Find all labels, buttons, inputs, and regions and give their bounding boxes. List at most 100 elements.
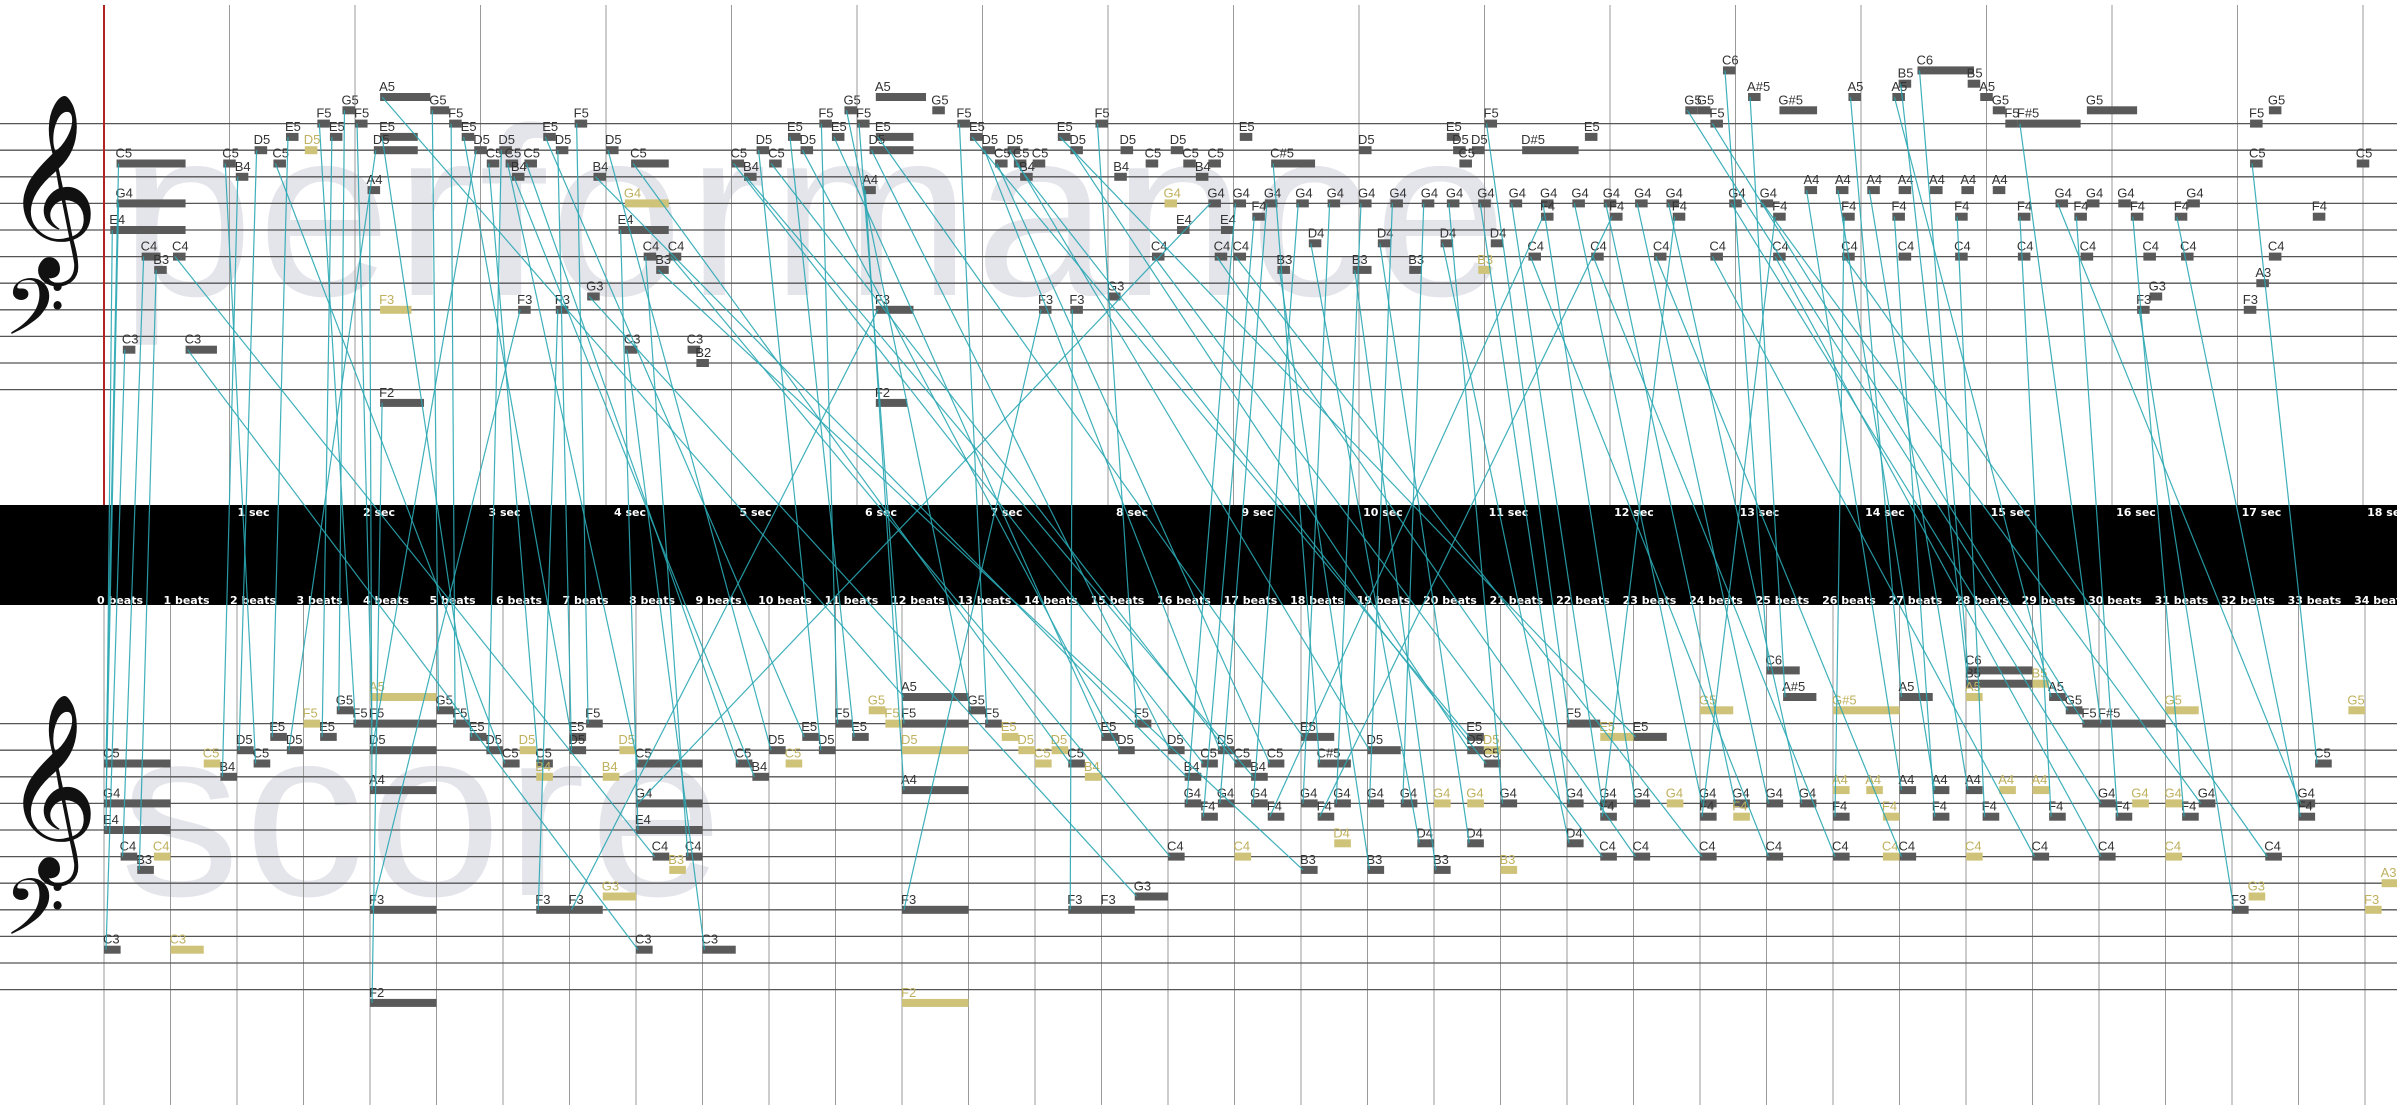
note[interactable]	[370, 998, 437, 1007]
note[interactable]	[1220, 226, 1234, 234]
note[interactable]	[2298, 812, 2316, 821]
note[interactable]	[173, 252, 186, 261]
note[interactable]	[1251, 772, 1268, 781]
note[interactable]	[2086, 106, 2138, 115]
note[interactable]	[1201, 759, 1218, 768]
note[interactable]	[2005, 119, 2018, 128]
note[interactable]	[1271, 159, 1316, 168]
note[interactable]	[1184, 772, 1202, 781]
note[interactable]	[769, 159, 782, 168]
note[interactable]	[2250, 119, 2263, 128]
note[interactable]	[1134, 892, 1168, 901]
note[interactable]	[1600, 852, 1617, 861]
note[interactable]	[875, 93, 927, 101]
note[interactable]	[1710, 252, 1723, 261]
note[interactable]	[1367, 746, 1401, 755]
note[interactable]	[2017, 252, 2031, 261]
note[interactable]	[1898, 252, 1912, 261]
note[interactable]	[370, 786, 437, 795]
note[interactable]	[2356, 159, 2370, 168]
note[interactable]	[1467, 839, 1484, 848]
note[interactable]	[593, 172, 606, 181]
note[interactable]	[818, 746, 836, 755]
note[interactable]	[831, 132, 845, 141]
extra-note[interactable]	[1733, 812, 1750, 821]
note[interactable]	[1168, 852, 1185, 861]
note[interactable]	[636, 799, 703, 808]
note[interactable]	[1700, 852, 1717, 861]
note[interactable]	[253, 759, 271, 768]
note[interactable]	[370, 746, 437, 755]
note[interactable]	[1101, 732, 1119, 741]
note[interactable]	[902, 693, 969, 701]
note[interactable]	[1766, 799, 1784, 808]
note[interactable]	[1120, 146, 1134, 155]
note[interactable]	[2049, 812, 2066, 821]
note[interactable]	[2032, 852, 2050, 861]
extra-note[interactable]	[203, 759, 221, 768]
note[interactable]	[370, 719, 437, 728]
note[interactable]	[685, 852, 703, 861]
note[interactable]	[2099, 799, 2116, 808]
extra-note[interactable]	[2348, 706, 2365, 715]
extra-note[interactable]	[2165, 706, 2199, 715]
note[interactable]	[1710, 119, 1723, 128]
note[interactable]	[1032, 159, 1046, 168]
note[interactable]	[2082, 719, 2099, 728]
note[interactable]	[1766, 852, 1784, 861]
note[interactable]	[430, 106, 450, 115]
note[interactable]	[2187, 199, 2200, 208]
note[interactable]	[802, 732, 819, 741]
note[interactable]	[373, 146, 418, 155]
note[interactable]	[1930, 186, 1943, 195]
note[interactable]	[1955, 252, 1968, 261]
note[interactable]	[1440, 239, 1454, 248]
extra-note[interactable]	[304, 146, 318, 155]
note[interactable]	[1483, 759, 1501, 768]
extra-note[interactable]	[1700, 706, 1734, 715]
note[interactable]	[631, 159, 669, 168]
extra-note[interactable]	[2248, 892, 2266, 901]
note[interactable]	[2268, 106, 2282, 115]
extra-note[interactable]	[519, 746, 537, 755]
note[interactable]	[1917, 66, 1974, 75]
extra-note[interactable]	[2132, 799, 2149, 808]
note[interactable]	[380, 93, 431, 101]
note[interactable]	[1114, 172, 1127, 181]
note[interactable]	[1898, 186, 1912, 195]
note[interactable]	[656, 265, 669, 274]
note[interactable]	[1522, 146, 1579, 155]
note[interactable]	[524, 159, 537, 168]
note[interactable]	[1409, 265, 1422, 274]
note[interactable]	[702, 945, 736, 954]
extra-note[interactable]	[785, 759, 803, 768]
note[interactable]	[852, 732, 869, 741]
note[interactable]	[536, 905, 570, 914]
note[interactable]	[2243, 305, 2257, 314]
extra-note[interactable]	[303, 719, 321, 728]
extra-note[interactable]	[2165, 799, 2183, 808]
extra-note[interactable]	[602, 772, 620, 781]
note[interactable]	[652, 852, 670, 861]
extra-note[interactable]	[868, 706, 886, 715]
note[interactable]	[1633, 852, 1651, 861]
note[interactable]	[2149, 292, 2163, 301]
note[interactable]	[932, 106, 945, 115]
note[interactable]	[1584, 132, 1598, 141]
note[interactable]	[2086, 199, 2100, 208]
extra-note[interactable]	[2165, 852, 2183, 861]
note[interactable]	[104, 799, 171, 808]
note[interactable]	[569, 905, 603, 914]
note[interactable]	[1233, 252, 1247, 261]
note[interactable]	[104, 826, 171, 834]
note[interactable]	[2312, 212, 2326, 221]
note[interactable]	[800, 146, 814, 155]
note[interactable]	[2080, 252, 2094, 261]
note[interactable]	[1982, 812, 2000, 821]
extra-note[interactable]	[1478, 265, 1491, 274]
note[interactable]	[380, 398, 425, 407]
note[interactable]	[1899, 693, 1933, 701]
note[interactable]	[2315, 759, 2332, 768]
extra-note[interactable]	[370, 693, 437, 701]
note[interactable]	[503, 759, 520, 768]
